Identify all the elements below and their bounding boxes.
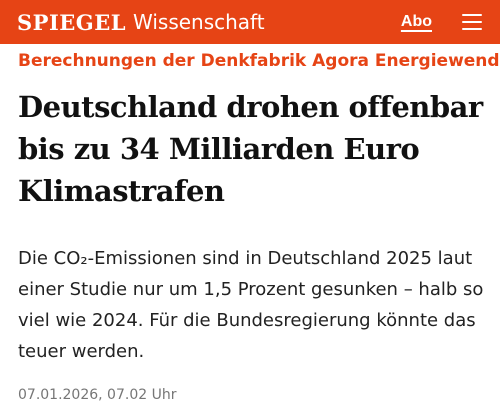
menu-line [462, 21, 482, 23]
article-teaser: Die CO₂-Emissionen sind in Deutschland 2… [18, 248, 484, 362]
article-date: 07.01.2026, 07.02 Uhr [18, 387, 177, 403]
top-navigation-bar: SPIEGEL Wissenschaft Abo [0, 0, 500, 44]
article-headline[interactable]: Deutschland drohen offenbar bis zu 34 Mi… [18, 86, 488, 212]
section-title: Wissenschaft [133, 10, 265, 34]
brand-home-link[interactable]: SPIEGEL Wissenschaft [17, 0, 265, 44]
menu-line [462, 28, 482, 30]
spiegel-logo: SPIEGEL [17, 9, 126, 35]
hamburger-menu-icon[interactable] [462, 14, 482, 30]
article-kicker: Berechnungen der Denkfabrik Agora Energi… [18, 51, 500, 71]
abo-link[interactable]: Abo [401, 13, 432, 31]
menu-line [462, 14, 482, 16]
